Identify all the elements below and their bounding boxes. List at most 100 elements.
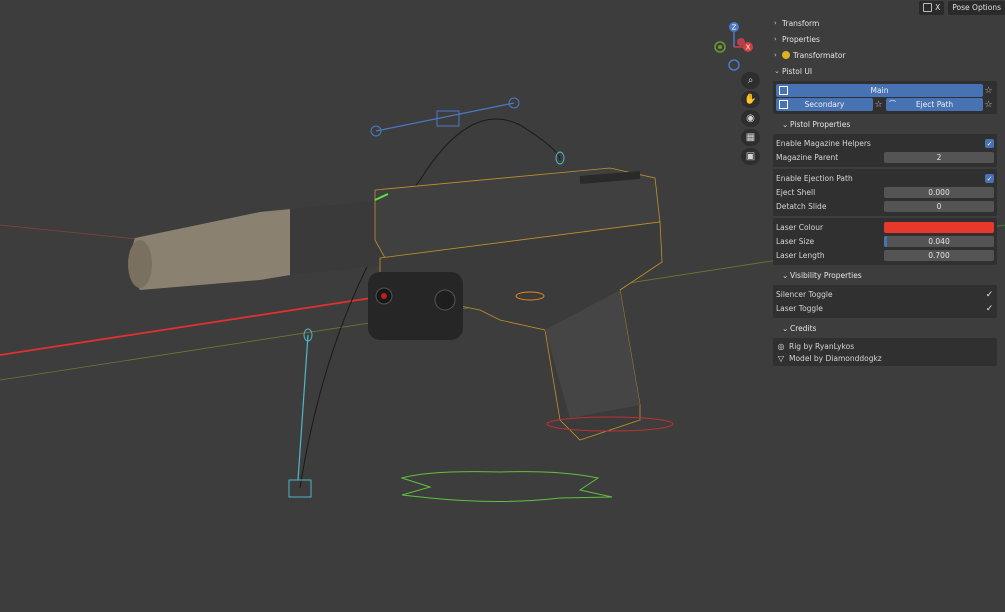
slider-fill (884, 236, 887, 247)
navigation-gizmo[interactable]: Z X (712, 20, 760, 72)
sidebar-panel: › Transform › Properties › Transformator… (770, 15, 1000, 368)
property-label: Eject Shell (776, 188, 816, 197)
main-label: Main (870, 86, 889, 95)
pistol-ui-panel: Main ☆ Secondary ☆ ⌒ Eject Path ☆ (773, 81, 997, 114)
chevron-right-icon: › (774, 51, 777, 59)
viewport-header: X Pose Options (919, 0, 1005, 15)
silencer-toggle-row: Silencer Toggle ✓ (776, 288, 994, 301)
navigation-tools: ⌕ ✋ ◉ ▦ ▣ (741, 72, 760, 167)
property-label: Enable Ejection Path (776, 174, 853, 183)
property-label: Laser Size (776, 237, 815, 246)
detatch-slide-row: Detatch Slide 0 (776, 200, 994, 213)
laser-colour-swatch[interactable] (884, 222, 994, 233)
chevron-right-icon: › (774, 35, 777, 43)
chevron-down-icon: ⌄ (782, 270, 789, 280)
detatch-slide-field[interactable]: 0 (884, 201, 994, 212)
property-label: Laser Length (776, 251, 825, 260)
section-title: Properties (782, 34, 820, 44)
star-icon[interactable]: ☆ (983, 84, 994, 97)
visibility-properties-header[interactable]: ⌄ Visibility Properties (770, 267, 1000, 283)
properties-section-header[interactable]: › Properties (770, 31, 1000, 47)
credits-box: ◎ Rig by RyanLykos ▽ Model by Diamonddog… (773, 338, 997, 366)
neg-z-axis-icon (728, 59, 740, 71)
laser-emitter (381, 293, 387, 299)
chevron-right-icon: › (774, 19, 777, 27)
z-axis-label: Z (732, 24, 737, 32)
secondary-button[interactable]: Secondary (776, 98, 873, 111)
credits-header[interactable]: ⌄ Credits (770, 320, 1000, 336)
hand-icon[interactable]: ✋ (741, 91, 760, 108)
toggle-view-icon[interactable]: ▣ (741, 148, 760, 165)
neg-x-axis-icon (737, 38, 745, 46)
control-bone-cyan (297, 334, 309, 481)
transform-section-header[interactable]: › Transform (770, 15, 1000, 31)
x-axis-label: X (746, 44, 751, 52)
enable-ejection-path-checkbox[interactable]: ✓ (985, 174, 994, 183)
overlay-icon (923, 3, 933, 12)
camera-icon[interactable]: ◉ (741, 110, 760, 127)
property-label: Silencer Toggle (776, 290, 833, 299)
control-cube (288, 479, 312, 498)
grid-icon[interactable]: ▦ (741, 129, 760, 146)
laser-length-row: Laser Length 0.700 (776, 249, 994, 262)
model-credit: Model by Diamonddogkz (789, 353, 882, 363)
subsection-title: Credits (790, 323, 817, 333)
section-title: Pistol UI (782, 66, 813, 76)
silencer-toggle-checkbox[interactable]: ✓ (985, 290, 994, 300)
laser-length-field[interactable]: 0.700 (884, 250, 994, 261)
enable-ejection-path-row: Enable Ejection Path ✓ (776, 172, 994, 185)
secondary-row: Secondary ☆ ⌒ Eject Path ☆ (776, 98, 994, 111)
laser-size-row: Laser Size 0.040 (776, 235, 994, 248)
bone-icon (779, 86, 788, 95)
laser-size-slider[interactable]: 0.040 (884, 236, 994, 247)
enable-magazine-helpers-checkbox[interactable]: ✓ (985, 139, 994, 148)
magazine-box: Enable Magazine Helpers ✓ Magazine Paren… (773, 134, 997, 167)
close-button[interactable]: X (935, 3, 940, 12)
property-label: Detatch Slide (776, 202, 827, 211)
star-icon[interactable]: ☆ (873, 98, 884, 111)
pistol-properties-header[interactable]: ⌄ Pistol Properties (770, 116, 1000, 132)
laser-dial (434, 289, 456, 311)
rig-credit: Rig by RyanLykos (789, 341, 855, 351)
subsection-title: Visibility Properties (790, 270, 862, 280)
eject-shell-row: Eject Shell 0.000 (776, 186, 994, 199)
zoom-icon[interactable]: ⌕ (741, 72, 760, 89)
magazine-parent-field[interactable]: 2 (884, 152, 994, 163)
laser-size-value: 0.040 (928, 237, 950, 246)
laser-beam (0, 295, 385, 356)
chevron-down-icon: ⌄ (782, 323, 789, 333)
mesh-icon: ▽ (777, 353, 785, 363)
curve-icon: ⌒ (889, 100, 896, 108)
slide-serrations (579, 171, 641, 184)
control-bone-blue (375, 102, 515, 132)
main-row: Main ☆ (776, 84, 994, 97)
chevron-down-icon: ⌄ (774, 67, 780, 75)
toolbar-icon-group[interactable]: X (919, 0, 945, 15)
main-button[interactable]: Main (776, 84, 983, 97)
secondary-label: Secondary (804, 100, 845, 109)
pose-options-button[interactable]: Pose Options (948, 0, 1005, 15)
property-label: Enable Magazine Helpers (776, 139, 871, 148)
laser-box: Laser Colour Laser Size 0.040 Laser Leng… (773, 218, 997, 265)
visibility-box: Silencer Toggle ✓ Laser Toggle ✓ (773, 285, 997, 318)
transformator-section-header[interactable]: › Transformator (770, 47, 1000, 63)
section-title: Transform (782, 18, 820, 28)
magazine-parent-row: Magazine Parent 2 (776, 151, 994, 164)
property-label: Laser Colour (776, 223, 824, 232)
star-icon[interactable]: ☆ (983, 98, 994, 111)
pistol-ui-section-header[interactable]: ⌄ Pistol UI (770, 63, 1000, 79)
chevron-down-icon: ⌄ (782, 119, 789, 129)
subsection-title: Pistol Properties (790, 119, 851, 129)
silencer (131, 208, 290, 290)
enable-magazine-helpers-row: Enable Magazine Helpers ✓ (776, 137, 994, 150)
property-label: Magazine Parent (776, 153, 839, 162)
property-label: Laser Toggle (776, 304, 823, 313)
eject-path-label: Eject Path (915, 100, 954, 109)
ejection-box: Enable Ejection Path ✓ Eject Shell 0.000… (773, 169, 997, 216)
silencer-cap (128, 240, 152, 288)
eject-shell-field[interactable]: 0.000 (884, 187, 994, 198)
laser-colour-row: Laser Colour (776, 221, 994, 234)
eject-path-button[interactable]: ⌒ Eject Path (886, 98, 983, 111)
laser-toggle-checkbox[interactable]: ✓ (985, 304, 994, 314)
section-title: Transformator (793, 50, 846, 60)
